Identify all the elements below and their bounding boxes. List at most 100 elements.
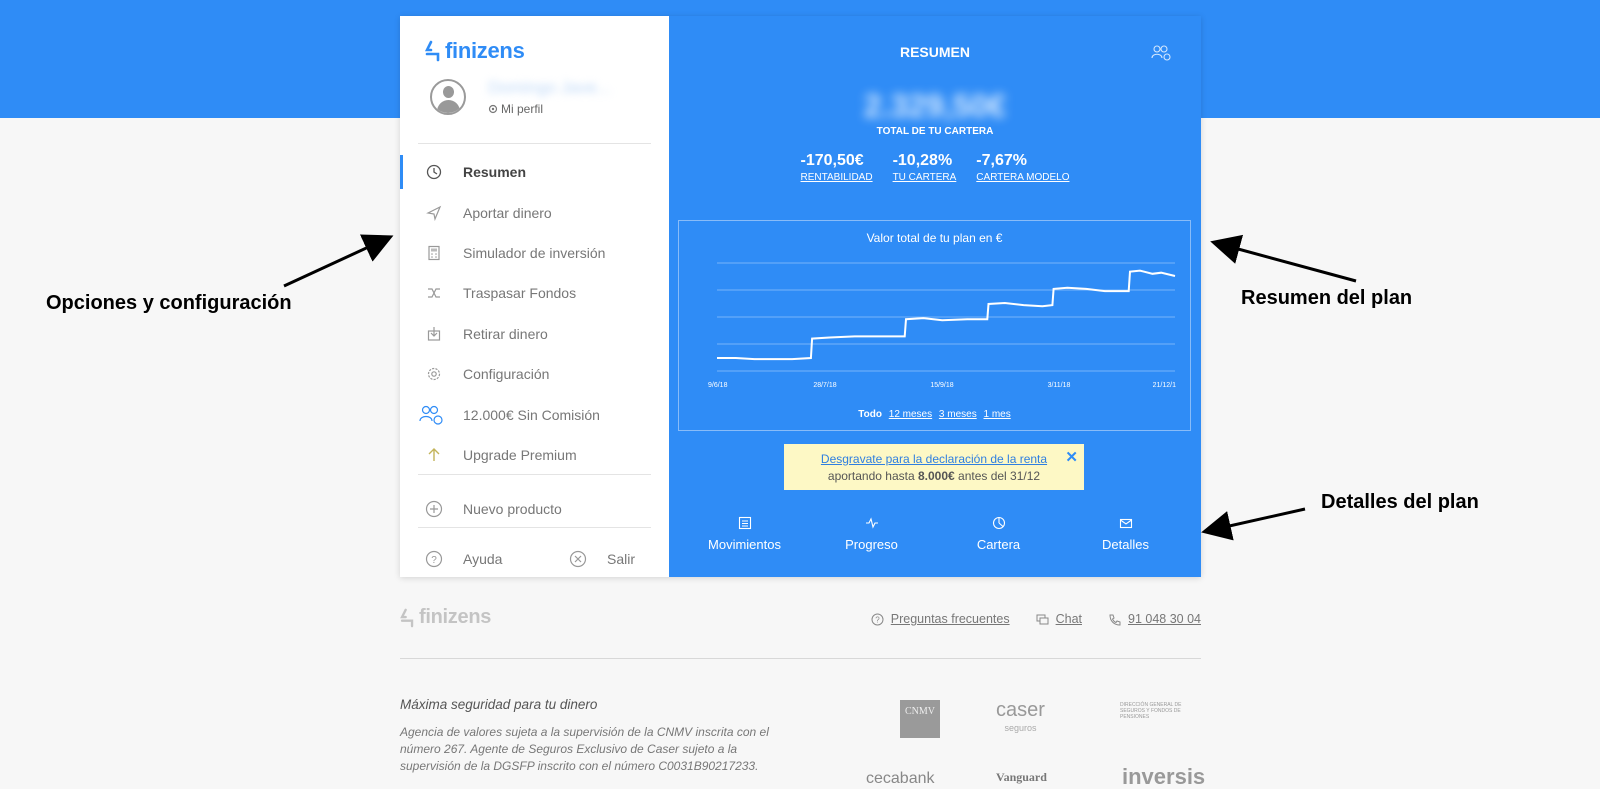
chart-x-tick: 21/12/1 xyxy=(1153,382,1176,389)
chat-icon xyxy=(1036,614,1049,624)
chart-x-tick: 9/6/18 xyxy=(708,382,728,389)
users-icon xyxy=(419,405,443,425)
annotation-plan-summary: Resumen del plan xyxy=(1241,287,1413,309)
chart-svg: 9/6/18 28/7/18 15/9/18 3/11/18 21/12/1 xyxy=(708,262,1176,389)
page-title: RESUMEN xyxy=(899,44,970,60)
send-icon xyxy=(426,205,442,221)
users-icon[interactable] xyxy=(1151,44,1171,62)
tax-promo-link[interactable]: Desgravate para la declaración de la ren… xyxy=(821,452,1047,466)
logout-button[interactable]: Salir xyxy=(569,550,635,568)
app-card: finizens Domingo Jave... Mi perfil Resum… xyxy=(400,16,1201,577)
divider xyxy=(418,527,651,528)
chart-title: Valor total de tu plan en € xyxy=(866,231,1003,245)
tab-detalles[interactable]: Detalles xyxy=(1071,516,1181,552)
sidebar-item-configuracion[interactable]: Configuración xyxy=(400,354,669,394)
cecabank-logo: cecabank xyxy=(866,770,935,787)
total-value: 2.329,50€ xyxy=(863,88,1007,124)
tab-cartera[interactable]: Cartera xyxy=(944,516,1054,552)
stat-cartera-modelo[interactable]: -7,67% CARTERA MODELO xyxy=(976,152,1069,183)
total-label: TOTAL DE TU CARTERA xyxy=(876,126,994,137)
sidebar-item-label: Aportar dinero xyxy=(463,204,552,221)
divider xyxy=(418,143,651,144)
arrow-up-icon xyxy=(428,447,440,461)
sidebar-item-label: Simulador de inversión xyxy=(463,244,606,261)
footer-logo[interactable]: finizens xyxy=(400,606,491,629)
arrow-right-top xyxy=(1210,234,1357,283)
question-icon: ? xyxy=(425,550,443,568)
chat-link[interactable]: Chat xyxy=(1036,612,1082,626)
phone-icon xyxy=(1109,614,1121,626)
close-circle-icon xyxy=(569,550,587,568)
range-all[interactable]: Todo xyxy=(858,409,882,420)
sidebar-item-label: Upgrade Premium xyxy=(463,446,577,463)
annotation-options: Opciones y configuración xyxy=(46,292,292,314)
avatar[interactable] xyxy=(430,79,466,115)
sidebar-item-retirar[interactable]: Retirar dinero xyxy=(400,314,669,354)
chart-x-tick: 3/11/18 xyxy=(1048,382,1071,389)
divider xyxy=(418,474,651,475)
profile-link[interactable]: Mi perfil xyxy=(488,102,611,116)
brand-logo[interactable]: finizens xyxy=(425,38,525,64)
calculator-icon xyxy=(428,245,440,261)
stat-rentabilidad[interactable]: -170,50€ RENTABILIDAD xyxy=(801,152,873,183)
plan-value-chart: 9/6/18 28/7/18 15/9/18 3/11/18 21/12/1 Valor… xyxy=(678,220,1191,431)
phone-link[interactable]: 91 048 30 04 xyxy=(1108,612,1201,626)
chart-x-tick: 28/7/18 xyxy=(813,382,836,389)
sidebar-item-upgrade[interactable]: Upgrade Premium xyxy=(400,435,669,475)
faq-link[interactable]: ? Preguntas frecuentes xyxy=(871,612,1010,626)
sidebar-item-label: Resumen xyxy=(463,164,527,181)
chart-series-line xyxy=(717,269,1176,361)
arrow-left xyxy=(283,234,394,288)
sidebar-item-label: 12.000€ Sin Comisión xyxy=(463,406,600,423)
footer-divider xyxy=(400,658,1201,659)
help-button[interactable]: ? Ayuda xyxy=(425,550,502,568)
vanguard-logo: Vanguard xyxy=(996,770,1047,784)
new-product-button[interactable]: Nuevo producto xyxy=(425,500,562,518)
security-title: Máxima seguridad para tu dinero xyxy=(400,697,598,712)
range-1-month[interactable]: 1 mes xyxy=(983,409,1010,420)
sidebar-item-traspasar[interactable]: Traspasar Fondos xyxy=(400,273,669,313)
stats-row: -170,50€ RENTABILIDAD -10,28% TU CARTERA… xyxy=(669,152,1201,183)
inversis-logo: inversis xyxy=(1122,764,1206,789)
sidebar-item-simulador[interactable]: Simulador de inversión xyxy=(400,233,669,273)
shuffle-icon xyxy=(428,288,440,298)
sidebar-item-resumen[interactable]: Resumen xyxy=(400,152,669,192)
brand-name: finizens xyxy=(445,38,525,63)
range-3-months[interactable]: 3 meses xyxy=(939,409,977,420)
summary-panel: RESUMEN 2.329,50€ TOTAL DE TU CARTERA -1… xyxy=(669,16,1201,577)
footer-brand-name: finizens xyxy=(419,606,492,628)
sidebar-footer: ? Ayuda Salir xyxy=(425,550,635,568)
caser-logo: caser seguros xyxy=(996,699,1045,733)
svg-text:?: ? xyxy=(875,615,880,624)
annotation-plan-details: Detalles del plan xyxy=(1321,491,1479,513)
sidebar-item-aportar[interactable]: Aportar dinero xyxy=(400,192,669,232)
list-icon xyxy=(738,516,751,530)
cnmv-logo: CNMV xyxy=(900,700,940,738)
range-12-months[interactable]: 12 meses xyxy=(889,409,932,420)
dgsfp-logo: DIRECCIÓN GENERAL DE SEGUROS Y FONDOS DE… xyxy=(1120,702,1182,720)
pulse-icon xyxy=(865,517,878,529)
tab-progreso[interactable]: Progreso xyxy=(817,516,927,552)
sidebar-item-sin-comision[interactable]: 12.000€ Sin Comisión xyxy=(400,394,669,434)
footer-links: ? Preguntas frecuentes Chat 91 048 30 04 xyxy=(871,612,1201,626)
detail-tabs: Movimientos Progreso Cartera Detalles xyxy=(669,516,1201,552)
pie-icon xyxy=(992,516,1005,530)
sidebar-item-label: Traspasar Fondos xyxy=(463,285,577,302)
sidebar-item-label: Retirar dinero xyxy=(463,325,548,342)
question-icon: ? xyxy=(871,613,884,625)
arrow-right-bottom xyxy=(1201,507,1306,541)
profile[interactable]: Domingo Jave... Mi perfil xyxy=(430,78,611,116)
plus-circle-icon xyxy=(425,500,443,518)
gear-icon xyxy=(427,368,441,381)
gear-icon xyxy=(488,104,498,114)
clock-icon xyxy=(426,165,442,180)
range-selector: Todo 12 meses 3 meses 1 mes xyxy=(679,409,1190,420)
tab-movimientos[interactable]: Movimientos xyxy=(690,516,800,552)
finizens-logo-icon xyxy=(425,40,440,62)
chart-x-tick: 15/9/18 xyxy=(930,382,953,389)
close-icon[interactable]: ✕ xyxy=(1065,448,1078,466)
stat-tu-cartera[interactable]: -10,28% TU CARTERA xyxy=(893,152,957,183)
profile-name: Domingo Jave... xyxy=(488,78,611,97)
svg-text:?: ? xyxy=(431,555,437,566)
envelope-icon xyxy=(1119,518,1132,529)
